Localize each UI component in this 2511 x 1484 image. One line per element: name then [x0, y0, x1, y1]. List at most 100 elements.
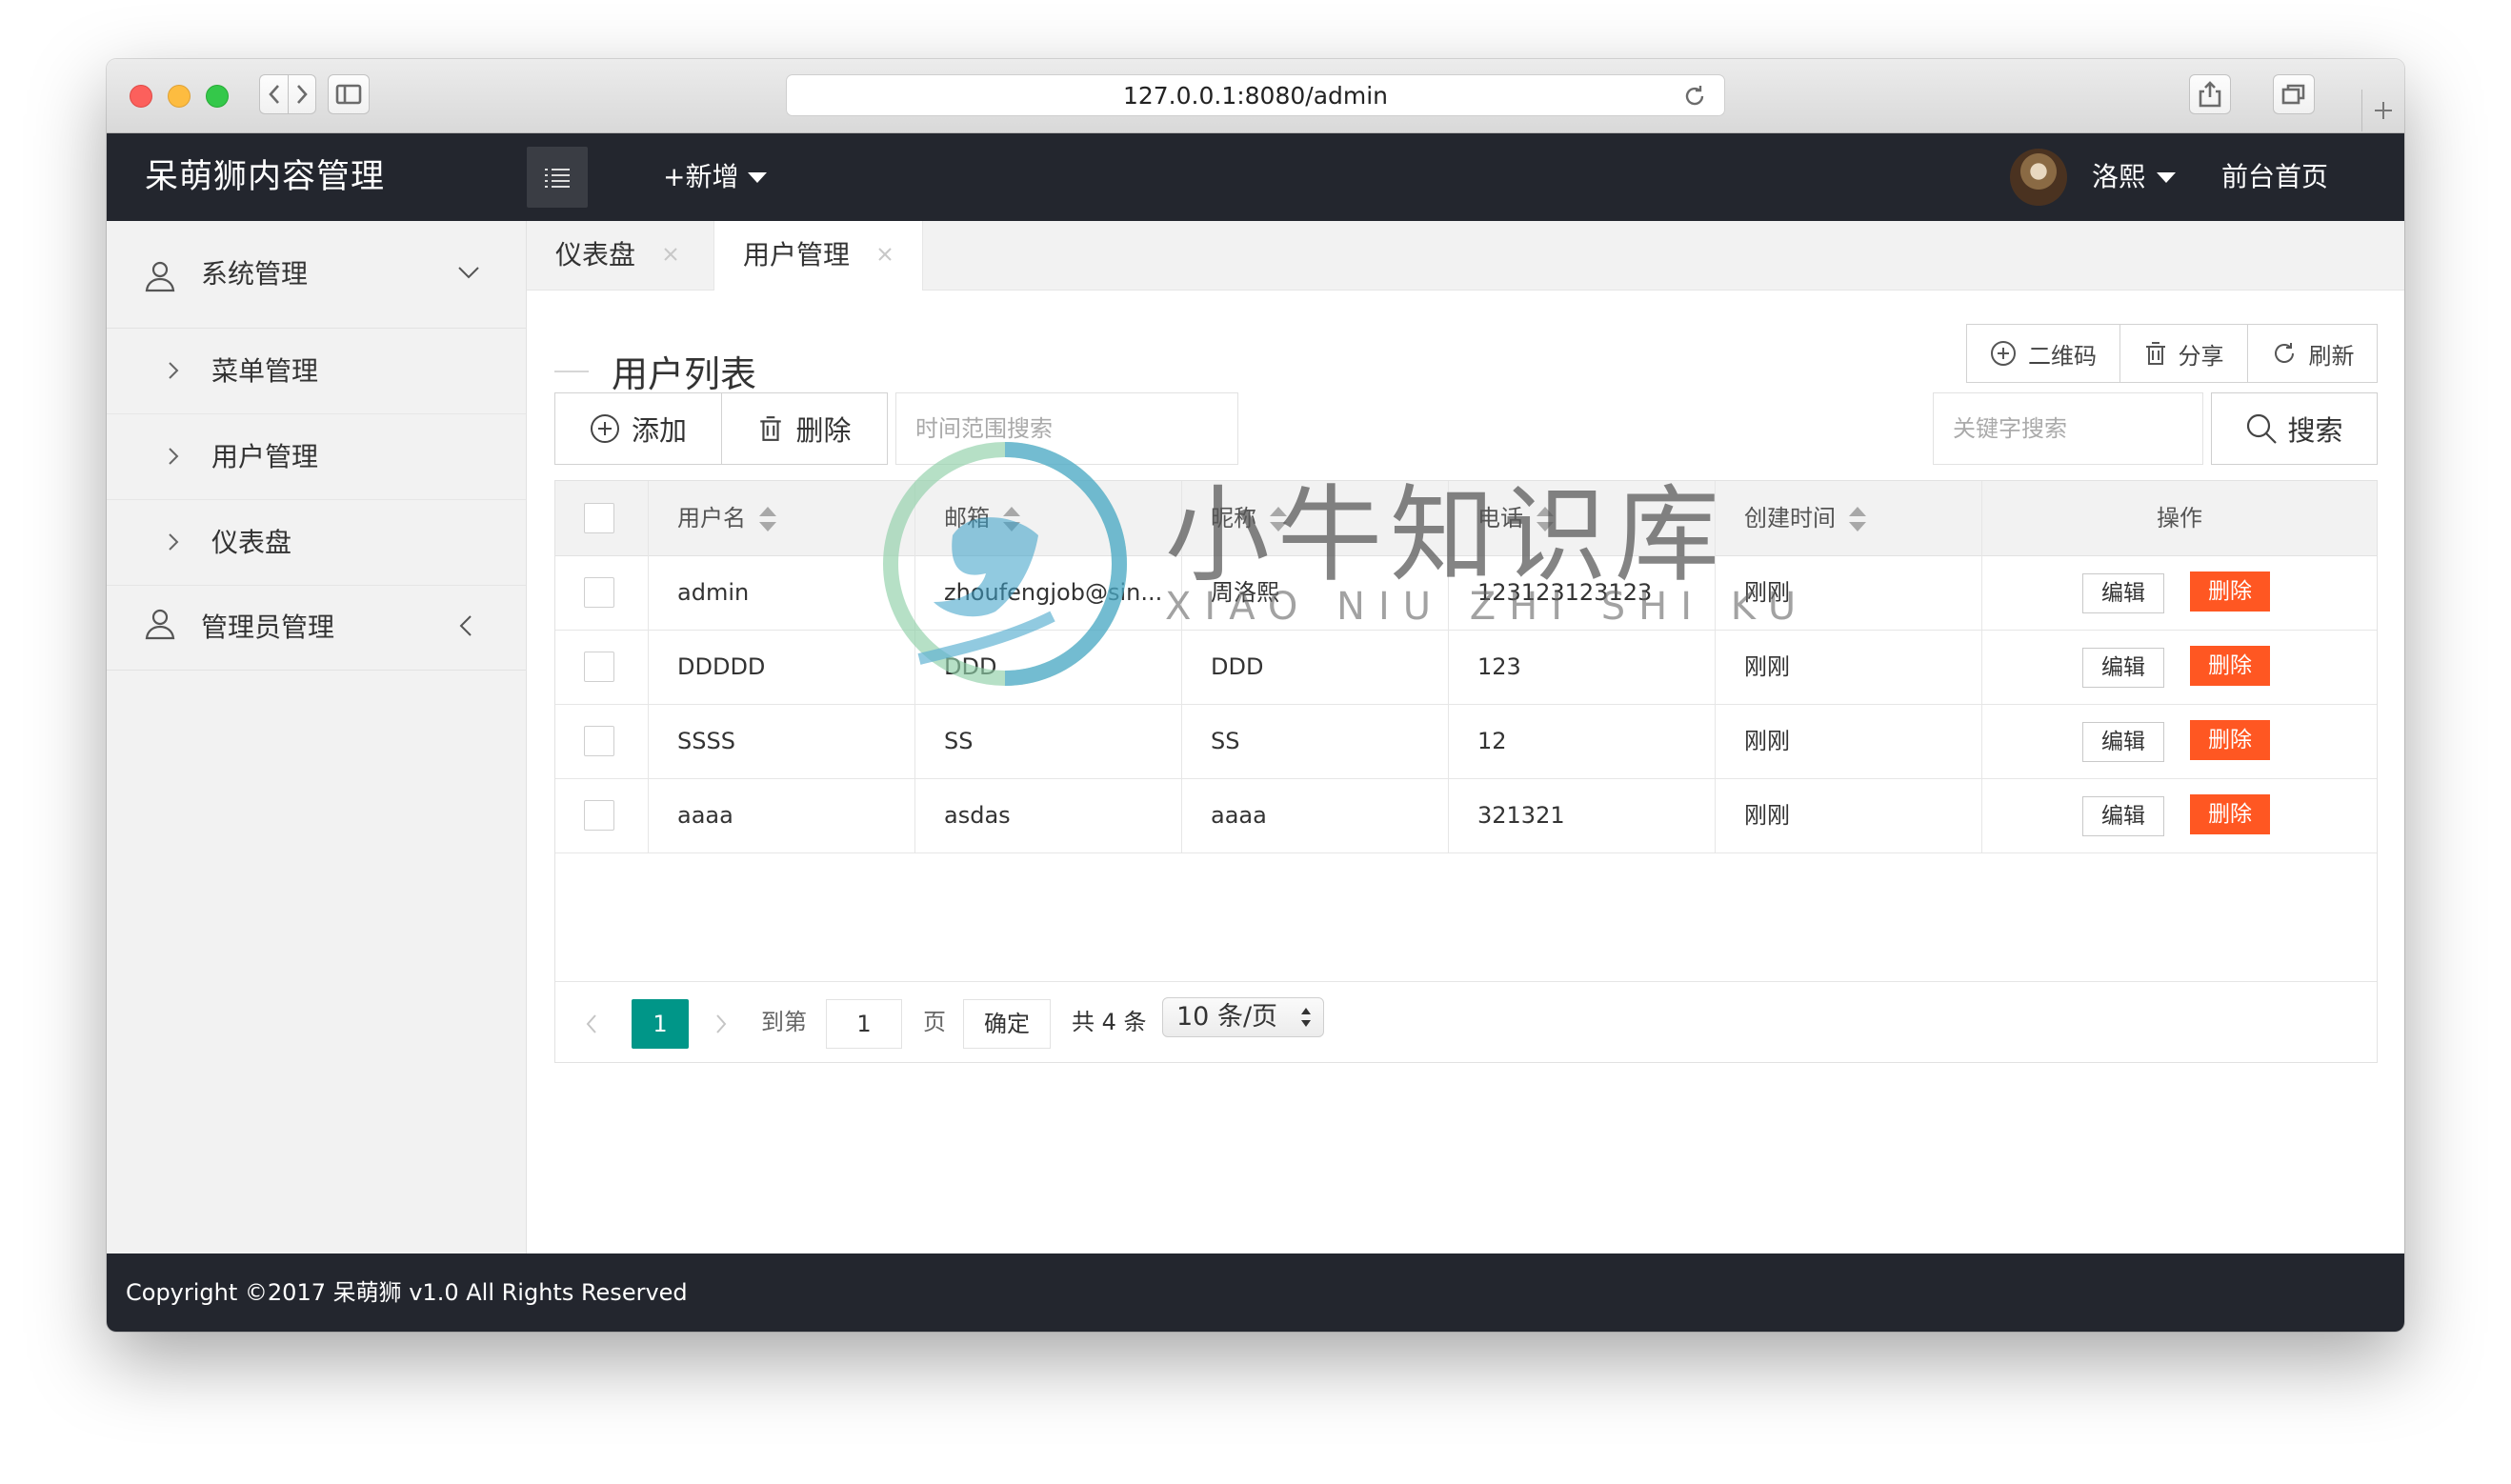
keyword-search-input[interactable]: 关键字搜索	[1933, 392, 2203, 465]
sidebar-item-menu[interactable]: 菜单管理	[107, 329, 526, 414]
close-icon[interactable]	[662, 246, 679, 263]
tab-bar: 仪表盘 用户管理	[527, 221, 2404, 291]
sort-icon[interactable]	[1849, 507, 1866, 531]
edit-button[interactable]: 编辑	[2082, 573, 2164, 613]
chevron-left-icon	[459, 615, 472, 636]
next-page-icon[interactable]	[715, 1013, 727, 1034]
tabs-overview-button[interactable]	[2273, 74, 2315, 114]
forward-button[interactable]	[288, 74, 316, 114]
row-checkbox[interactable]	[584, 652, 614, 682]
row-checkbox[interactable]	[584, 726, 614, 756]
add-delete-group: 添加 删除	[554, 392, 888, 465]
front-page-link[interactable]: 前台首页	[2221, 133, 2328, 221]
reload-icon[interactable]	[1682, 84, 1707, 109]
tab-label: 用户管理	[743, 239, 851, 271]
sidebar-group-admins[interactable]: 管理员管理	[107, 586, 526, 671]
caret-down-icon	[748, 171, 768, 183]
row-delete-button[interactable]: 删除	[2190, 720, 2270, 760]
column-label: 邮箱	[944, 505, 990, 531]
tab-user-management[interactable]: 用户管理	[713, 221, 923, 291]
refresh-label: 刷新	[2308, 342, 2355, 370]
main-content: 仪表盘 用户管理 用户列表 二维码 分享 刷新 添加 删除 时间范围搜索 关键字…	[527, 221, 2404, 1253]
chevron-right-icon	[297, 85, 308, 104]
edit-button[interactable]: 编辑	[2082, 722, 2164, 762]
sidebar-icon	[335, 84, 362, 105]
cell-actions	[1982, 704, 2377, 778]
minimize-window-button[interactable]	[168, 85, 191, 108]
edit-button[interactable]: 编辑	[2082, 648, 2164, 688]
plus-circle-icon	[1991, 341, 2016, 366]
search-icon	[2247, 413, 2278, 444]
qrcode-button[interactable]: 二维码	[1967, 325, 2119, 382]
sidebar-item-users[interactable]: 用户管理	[107, 414, 526, 500]
column-header-username[interactable]: 用户名	[649, 481, 915, 555]
chevron-down-icon	[458, 267, 479, 279]
menu-toggle-button[interactable]	[527, 147, 588, 208]
share-button[interactable]: 分享	[2119, 325, 2247, 382]
prev-page-icon[interactable]	[586, 1013, 597, 1034]
new-tab-button[interactable]	[2361, 90, 2404, 131]
address-bar[interactable]: 127.0.0.1:8080/admin	[786, 74, 1725, 116]
cell-email: SS	[915, 704, 1182, 778]
page-size-select[interactable]: 10 条/页	[1162, 997, 1324, 1037]
sidebar: 系统管理 菜单管理 用户管理 仪表盘 管理员管理	[107, 221, 527, 1253]
sort-icon[interactable]	[759, 507, 776, 531]
column-label: 创建时间	[1744, 505, 1836, 531]
back-button[interactable]	[259, 74, 288, 114]
cell-actions	[1982, 630, 2377, 704]
edit-button[interactable]: 编辑	[2082, 796, 2164, 836]
share-icon	[2199, 81, 2221, 108]
cell-nickname: DDD	[1182, 630, 1449, 704]
row-delete-button[interactable]: 删除	[2190, 794, 2270, 834]
add-button[interactable]: 添加	[555, 393, 721, 464]
search-button[interactable]: 搜索	[2211, 392, 2378, 465]
chevron-right-icon	[169, 362, 179, 379]
goto-page-input[interactable]: 1	[826, 999, 902, 1049]
close-window-button[interactable]	[130, 85, 152, 108]
avatar[interactable]	[2010, 149, 2067, 206]
cell-username: aaaa	[649, 778, 915, 852]
row-delete-button[interactable]: 删除	[2190, 646, 2270, 686]
chevron-right-icon	[169, 448, 179, 465]
list-icon	[545, 169, 570, 188]
chevron-left-icon	[268, 85, 279, 104]
header-checkbox-cell	[555, 481, 649, 555]
column-header-created[interactable]: 创建时间	[1716, 481, 1982, 555]
sidebar-item-label: 仪表盘	[211, 527, 292, 558]
close-icon[interactable]	[876, 246, 894, 263]
row-checkbox-cell	[555, 555, 649, 630]
delete-button[interactable]: 删除	[721, 393, 887, 464]
cell-email: zhoufengjob@sin...	[915, 555, 1182, 630]
goto-confirm-button[interactable]: 确定	[963, 999, 1051, 1049]
sidebar-toggle-button[interactable]	[328, 74, 370, 114]
share-browser-button[interactable]	[2189, 74, 2231, 114]
sort-icon[interactable]	[1003, 507, 1020, 531]
add-new-dropdown[interactable]: +新增	[663, 133, 768, 221]
tab-dashboard[interactable]: 仪表盘	[527, 221, 713, 290]
watermark-title: 小牛知识库	[1165, 474, 1727, 596]
zoom-window-button[interactable]	[206, 85, 229, 108]
table-row: DDDDD DDD DDD 123 刚刚 编辑 删除	[555, 630, 2377, 705]
delete-label: 删除	[795, 414, 852, 447]
user-menu[interactable]: 洛熙	[2092, 133, 2177, 221]
row-delete-button[interactable]: 删除	[2190, 572, 2270, 612]
page-number-current[interactable]: 1	[632, 999, 689, 1049]
sidebar-item-dashboard[interactable]: 仪表盘	[107, 500, 526, 586]
cell-username: admin	[649, 555, 915, 630]
column-header-email[interactable]: 邮箱	[915, 481, 1182, 555]
qrcode-label: 二维码	[2028, 342, 2097, 370]
refresh-icon	[2274, 343, 2294, 363]
browser-window: 127.0.0.1:8080/admin 呆萌狮内容管理 +新增 洛熙 前台首页…	[107, 59, 2404, 1332]
search-label: 搜索	[2287, 414, 2343, 447]
row-checkbox[interactable]	[584, 800, 614, 831]
cell-email: DDD	[915, 630, 1182, 704]
select-all-checkbox[interactable]	[584, 503, 614, 533]
row-checkbox[interactable]	[584, 577, 614, 608]
cell-phone: 12	[1449, 704, 1716, 778]
column-label: 用户名	[677, 505, 746, 531]
app-logo[interactable]: 呆萌狮内容管理	[145, 133, 385, 221]
top-action-group: 二维码 分享 刷新	[1966, 324, 2378, 383]
browser-titlebar: 127.0.0.1:8080/admin	[107, 59, 2404, 133]
refresh-button[interactable]: 刷新	[2247, 325, 2377, 382]
sidebar-group-system[interactable]: 系统管理	[107, 221, 526, 329]
